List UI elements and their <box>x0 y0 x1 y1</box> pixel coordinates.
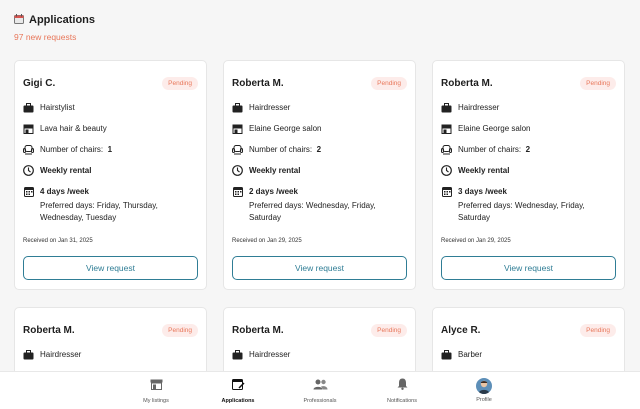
applicant-role: Hairdresser <box>458 103 500 112</box>
applicant-name: Gigi C. <box>23 77 56 89</box>
briefcase-icon <box>441 349 452 360</box>
chairs-label: Number of chairs: <box>458 145 522 154</box>
nav-label: Applications <box>221 398 255 404</box>
calendar-edit-icon <box>231 377 245 395</box>
applicant-role: Hairdresser <box>249 350 291 359</box>
store-icon <box>441 123 452 134</box>
received-date: Received on Jan 29, 2025 <box>441 238 511 244</box>
people-icon <box>313 377 328 395</box>
nav-label: My listings <box>143 398 169 404</box>
briefcase-icon <box>232 349 243 360</box>
applicant-role: Barber <box>458 350 483 359</box>
rental-type: Weekly rental <box>249 166 301 175</box>
days-per-week: 4 days /week <box>40 187 89 196</box>
preferred-days: Preferred days: Wednesday, Friday, Satur… <box>458 201 585 222</box>
page-header: Applications <box>14 11 95 29</box>
nav-label: Profile <box>476 397 492 403</box>
chair-icon <box>232 144 243 155</box>
store-icon <box>23 123 34 134</box>
page-title: Applications <box>29 14 96 26</box>
nav-applications[interactable]: Applications <box>197 372 279 409</box>
avatar <box>476 378 492 394</box>
applicant-role: Hairstylist <box>40 103 75 112</box>
status-badge: Pending <box>162 76 198 90</box>
briefcase-icon <box>232 102 243 113</box>
chair-icon <box>23 144 34 155</box>
nav-notifications[interactable]: Notifications <box>361 372 443 409</box>
days-per-week: 3 days /week <box>458 187 507 196</box>
view-request-button[interactable]: View request <box>441 256 616 280</box>
received-date: Received on Jan 29, 2025 <box>232 238 302 244</box>
nav-profile[interactable]: Profile <box>443 372 525 409</box>
calendar-icon <box>14 11 24 29</box>
days-per-week: 2 days /week <box>249 187 298 196</box>
briefcase-icon <box>23 102 34 113</box>
chairs-count: 2 <box>316 145 322 154</box>
applicant-name: Roberta M. <box>441 77 493 89</box>
status-badge: Pending <box>371 76 407 90</box>
nav-professionals[interactable]: Professionals <box>279 372 361 409</box>
view-request-button[interactable]: View request <box>23 256 198 280</box>
chairs-count: 1 <box>107 145 113 154</box>
calendar-icon <box>441 186 452 197</box>
nav-label: Professionals <box>303 398 337 404</box>
status-badge: Pending <box>162 323 198 337</box>
salon-name: Elaine George salon <box>458 124 531 133</box>
applicant-name: Roberta M. <box>232 77 284 89</box>
bell-icon <box>397 377 408 395</box>
applicant-role: Hairdresser <box>249 103 291 112</box>
calendar-icon <box>232 186 243 197</box>
status-badge: Pending <box>371 323 407 337</box>
status-badge: Pending <box>580 76 616 90</box>
view-request-button[interactable]: View request <box>232 256 407 280</box>
applicant-name: Alyce R. <box>441 324 481 336</box>
chairs-count: 2 <box>525 145 531 154</box>
chair-icon <box>441 144 452 155</box>
rental-type: Weekly rental <box>458 166 510 175</box>
received-date: Received on Jan 31, 2025 <box>23 238 93 244</box>
chairs-label: Number of chairs: <box>40 145 104 154</box>
application-card: Roberta M. Pending Hairdresser Elaine Ge… <box>432 60 625 290</box>
status-badge: Pending <box>580 323 616 337</box>
clock-icon <box>23 165 34 176</box>
chairs-label: Number of chairs: <box>249 145 313 154</box>
briefcase-icon <box>23 349 34 360</box>
store-icon <box>232 123 243 134</box>
store-icon <box>150 377 163 395</box>
nav-my-listings[interactable]: My listings <box>115 372 197 409</box>
bottom-nav: My listings Applications Professionals N… <box>0 371 640 409</box>
applicant-role: Hairdresser <box>40 350 82 359</box>
briefcase-icon <box>441 102 452 113</box>
nav-label: Notifications <box>387 398 417 404</box>
applicant-name: Roberta M. <box>232 324 284 336</box>
application-card: Roberta M. Pending Hairdresser Elaine Ge… <box>223 60 416 290</box>
rental-type: Weekly rental <box>40 166 92 175</box>
applicant-name: Roberta M. <box>23 324 75 336</box>
preferred-days: Preferred days: Friday, Thursday, Wednes… <box>40 201 158 222</box>
new-requests-count: 97 new requests <box>14 32 77 42</box>
calendar-icon <box>23 186 34 197</box>
salon-name: Lava hair & beauty <box>40 124 107 133</box>
salon-name: Elaine George salon <box>249 124 322 133</box>
preferred-days: Preferred days: Wednesday, Friday, Satur… <box>249 201 376 222</box>
clock-icon <box>232 165 243 176</box>
application-card: Gigi C. Pending Hairstylist Lava hair & … <box>14 60 207 290</box>
clock-icon <box>441 165 452 176</box>
